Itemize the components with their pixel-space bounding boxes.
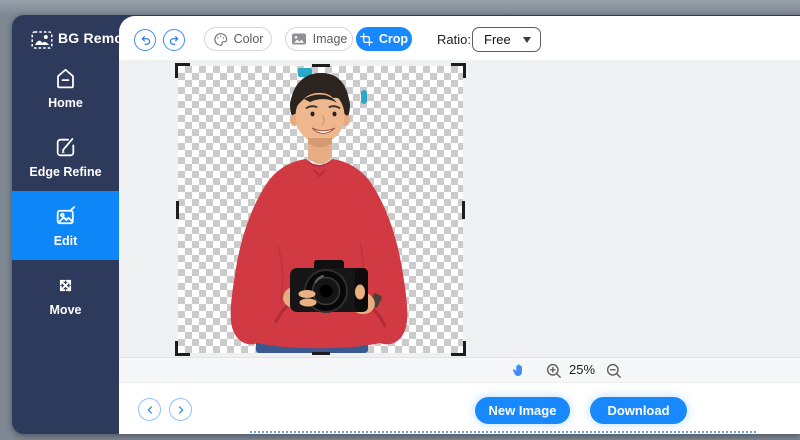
edge-refine-icon xyxy=(53,135,78,160)
ratio-value: Free xyxy=(484,32,511,47)
prev-image-button[interactable] xyxy=(138,398,161,421)
new-image-button[interactable]: New Image xyxy=(475,397,570,424)
color-button[interactable]: Color xyxy=(204,27,272,51)
ratio-dropdown[interactable]: Free xyxy=(472,27,541,52)
crop-handle-bottom-center[interactable] xyxy=(312,352,330,355)
sidebar-item-label: Home xyxy=(48,96,83,110)
subject-photo xyxy=(178,66,463,353)
hand-icon xyxy=(513,364,522,376)
next-image-button[interactable] xyxy=(169,398,192,421)
palette-icon xyxy=(213,32,228,47)
app-window: BG Remover Home Edge Refine xyxy=(12,15,800,434)
crop-icon xyxy=(360,33,373,46)
crop-handle-top-center[interactable] xyxy=(312,64,330,67)
window-bottom-dots xyxy=(250,431,756,433)
crop-button[interactable]: Crop xyxy=(356,27,412,51)
zoom-out-icon xyxy=(608,365,621,378)
zoom-toolbar xyxy=(119,357,800,383)
sidebar: Home Edge Refine Edit Move xyxy=(12,53,119,329)
ratio-label: Ratio: xyxy=(437,32,471,47)
edit-icon xyxy=(53,204,78,229)
chevron-left-icon xyxy=(144,404,156,416)
zoom-out-button[interactable] xyxy=(606,363,622,379)
crop-handle-top-right[interactable] xyxy=(451,63,466,78)
home-icon xyxy=(53,66,78,91)
sidebar-item-label: Edge Refine xyxy=(29,165,101,179)
zoom-in-button[interactable] xyxy=(546,363,562,379)
crop-handle-left-center[interactable] xyxy=(176,201,179,219)
sidebar-item-edit[interactable]: Edit xyxy=(12,191,119,260)
undo-button[interactable] xyxy=(134,29,156,51)
pan-tool-button[interactable] xyxy=(511,361,528,379)
image-button[interactable]: Image xyxy=(285,27,353,51)
image-button-label: Image xyxy=(313,32,348,46)
image-icon xyxy=(291,32,307,46)
crop-region[interactable] xyxy=(178,66,463,353)
chevron-down-icon xyxy=(523,37,531,43)
sidebar-item-label: Edit xyxy=(54,234,78,248)
redo-button[interactable] xyxy=(163,29,185,51)
main-panel: Color Image Crop Ratio: Free xyxy=(119,16,800,434)
crop-handle-right-center[interactable] xyxy=(462,201,465,219)
crop-handle-bottom-right[interactable] xyxy=(451,341,466,356)
color-button-label: Color xyxy=(234,32,264,46)
sidebar-item-move[interactable]: Move xyxy=(12,260,119,329)
sidebar-item-label: Move xyxy=(50,303,82,317)
redo-arrow-icon xyxy=(167,33,182,48)
download-button[interactable]: Download xyxy=(590,397,687,424)
crop-handle-bottom-left[interactable] xyxy=(175,341,190,356)
zoom-level: 25% xyxy=(565,362,599,377)
undo-arrow-icon xyxy=(138,33,153,48)
crop-button-label: Crop xyxy=(379,32,408,46)
sidebar-item-home[interactable]: Home xyxy=(12,53,119,122)
move-icon xyxy=(53,273,78,298)
footer-bar xyxy=(119,383,800,434)
app-logo-icon xyxy=(31,29,53,51)
chevron-right-icon xyxy=(175,404,187,416)
sidebar-item-edge-refine[interactable]: Edge Refine xyxy=(12,122,119,191)
zoom-in-icon xyxy=(548,365,561,378)
crop-handle-top-left[interactable] xyxy=(175,63,190,78)
